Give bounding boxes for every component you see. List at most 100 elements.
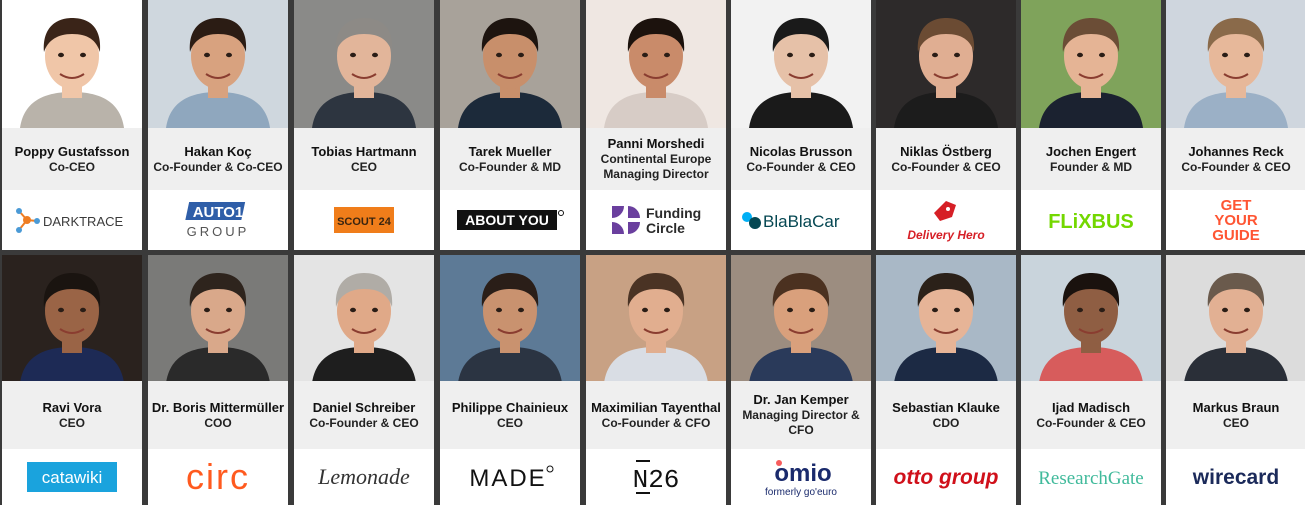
portrait-illustration <box>586 255 726 381</box>
person-name: Daniel Schreiber <box>312 399 416 415</box>
portrait-illustration <box>2 0 142 128</box>
portrait-illustration <box>1021 255 1161 381</box>
logo-text: N26 <box>633 465 680 495</box>
company-logo-circ: circ <box>148 449 288 505</box>
person-card: Poppy Gustafsson Co-CEO DARKTRACE <box>2 0 142 250</box>
portrait-photo <box>148 0 288 128</box>
company-logo-fundingcircle: Funding Circle <box>586 190 726 250</box>
person-name: Maximilian Tayenthal <box>591 399 721 415</box>
person-role: CEO <box>1222 415 1249 430</box>
logo-subtext: formerly go'euro <box>765 487 837 498</box>
logo-subtext: Circle <box>646 220 685 236</box>
person-card: Niklas Östberg Co-Founder & CEO Delivery… <box>876 0 1016 250</box>
person-name: Dr. Jan Kemper <box>753 392 849 407</box>
person-card: Dr. Boris Mittermüller COO circ <box>148 255 288 505</box>
portrait-photo <box>586 255 726 381</box>
person-card: Sebastian Klauke CDO otto group <box>876 255 1016 505</box>
portrait-illustration <box>876 0 1016 128</box>
person-card: Johannes Reck Co-Founder & CEO GET YOUR … <box>1166 0 1305 250</box>
logo-text: AUTO1 <box>193 204 244 221</box>
portrait-illustration <box>440 0 580 128</box>
company-logo-omio: omio formerly go'euro <box>731 449 871 505</box>
portrait-illustration <box>1166 0 1305 128</box>
portrait-illustration <box>2 255 142 381</box>
company-logo-aboutyou: ABOUT YOU <box>440 190 580 250</box>
person-role: Co-Founder & CEO <box>746 159 856 174</box>
person-role: Founder & MD <box>1050 159 1132 174</box>
portrait-photo <box>876 255 1016 381</box>
portrait-photo <box>148 255 288 381</box>
person-role: Co-Founder & Co-CEO <box>153 159 283 174</box>
person-role: Managing Director & CFO <box>742 408 860 437</box>
person-role: Co-Founder & MD <box>459 159 561 174</box>
logo-text: Delivery Hero <box>907 228 984 242</box>
person-name: Markus Braun <box>1192 399 1280 415</box>
logo-subtext: GROUP <box>187 224 250 239</box>
portrait-photo <box>1166 255 1305 381</box>
person-name: Tobias Hartmann <box>311 143 417 159</box>
portrait-illustration <box>148 0 288 128</box>
logo-text: circ <box>186 457 250 497</box>
portrait-illustration <box>731 255 871 381</box>
portrait-illustration <box>731 0 871 128</box>
person-card: Maximilian Tayenthal Co-Founder & CFO N2… <box>586 255 726 505</box>
person-card: Ijad Madisch Co-Founder & CEO ResearchGa… <box>1021 255 1161 505</box>
portrait-illustration <box>1021 0 1161 128</box>
person-card: Tarek Mueller Co-Founder & MD ABOUT YOU <box>440 0 580 250</box>
company-logo-researchgate: ResearchGate <box>1021 449 1161 505</box>
portrait-illustration <box>294 0 434 128</box>
portrait-illustration <box>1166 255 1305 381</box>
person-name: Niklas Östberg <box>900 143 992 159</box>
logo-text: otto group <box>894 466 999 489</box>
company-logo-flixbus: FLiXBUS <box>1021 190 1161 250</box>
portrait-illustration <box>440 255 580 381</box>
company-logo-catawiki: catawiki <box>2 449 142 505</box>
person-name: Philippe Chainieux <box>451 399 569 415</box>
logo-text: MADE <box>469 465 546 492</box>
portrait-photo <box>876 0 1016 128</box>
person-card: Ravi Vora CEO catawiki <box>2 255 142 505</box>
person-role: Co-Founder & CEO <box>891 159 1001 174</box>
person-name: Johannes Reck <box>1188 143 1284 159</box>
portrait-photo <box>2 0 142 128</box>
portrait-photo <box>731 255 871 381</box>
person-role: Co-Founder & CEO <box>1036 415 1146 430</box>
person-name: Poppy Gustafsson <box>14 143 130 159</box>
portrait-photo <box>440 255 580 381</box>
logo-text: ResearchGate <box>1038 468 1144 489</box>
person-card: Jochen Engert Founder & MD FLiXBUS <box>1021 0 1161 250</box>
company-logo-deliveryhero: Delivery Hero <box>876 190 1016 250</box>
person-role: Continental Europe Managing Director <box>600 152 712 181</box>
person-role: COO <box>204 415 232 430</box>
portrait-photo <box>586 0 726 128</box>
person-name: Ijad Madisch <box>1051 399 1131 415</box>
portrait-illustration <box>586 0 726 128</box>
person-card: Philippe Chainieux CEO MADE <box>440 255 580 505</box>
portrait-photo <box>2 255 142 381</box>
logo-text: SCOUT 24 <box>337 216 392 228</box>
company-logo-n26: N26 <box>586 449 726 505</box>
logo-text: Lemonade <box>317 464 410 489</box>
founders-grid: Poppy Gustafsson Co-CEO DARKTRACE Hakan … <box>0 0 1305 505</box>
logo-text: FLiXBUS <box>1048 211 1134 233</box>
company-logo-scout24: SCOUT 24 <box>294 190 434 250</box>
logo-text: Funding <box>646 205 701 221</box>
person-card: Panni Morshedi Continental Europe Managi… <box>586 0 726 250</box>
person-name: Nicolas Brusson <box>749 143 853 159</box>
portrait-photo <box>440 0 580 128</box>
portrait-photo <box>1021 255 1161 381</box>
company-logo-getyourguide: GET YOUR GUIDE <box>1166 190 1305 250</box>
portrait-photo <box>294 0 434 128</box>
person-card: Markus Braun CEO wirecard <box>1166 255 1305 505</box>
person-name: Sebastian Klauke <box>892 399 1000 415</box>
company-logo-made: MADE <box>440 449 580 505</box>
company-logo-wirecard: wirecard <box>1166 449 1305 505</box>
person-card: Dr. Jan Kemper Managing Director & CFO o… <box>731 255 871 505</box>
portrait-illustration <box>148 255 288 381</box>
portrait-illustration <box>876 255 1016 381</box>
logo-text: DARKTRACE <box>43 214 124 229</box>
portrait-photo <box>294 255 434 381</box>
person-name: Ravi Vora <box>42 399 102 415</box>
portrait-photo <box>731 0 871 128</box>
portrait-illustration <box>294 255 434 381</box>
